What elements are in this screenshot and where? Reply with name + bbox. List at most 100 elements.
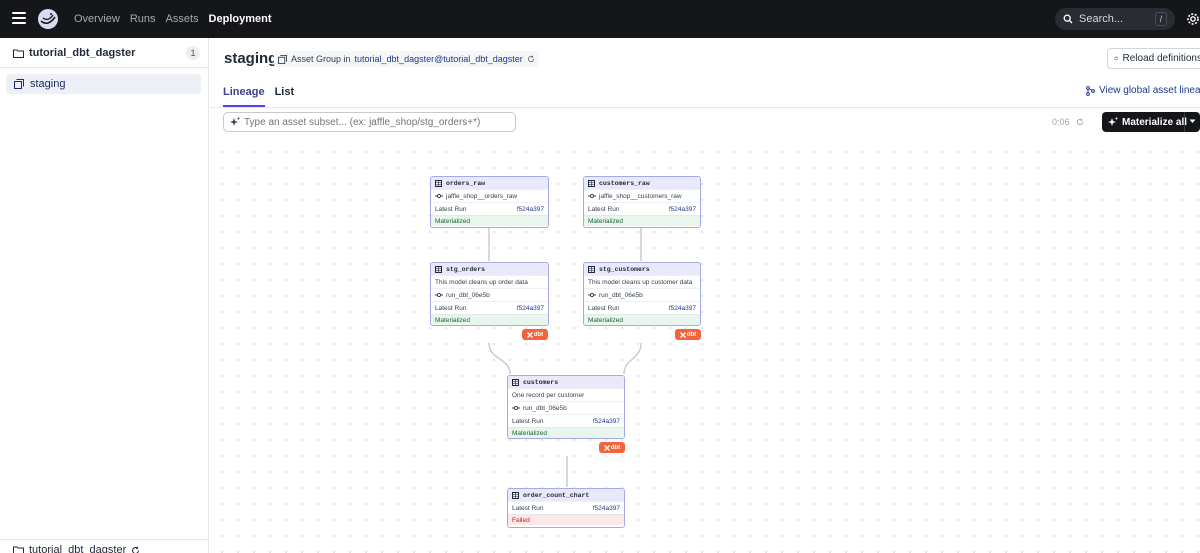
search-box[interactable]: Search... / (1055, 8, 1175, 30)
main-panel: staging Asset Group in tutorial_dbt_dags… (210, 38, 1200, 553)
dbt-icon (679, 331, 686, 338)
tab-lineage[interactable]: Lineage (223, 82, 265, 107)
table-icon (588, 179, 595, 187)
latest-run-label: Latest Run (588, 205, 620, 213)
sidebar-repo-label: tutorial_dbt_dagster (29, 47, 136, 59)
asset-op[interactable]: jaffle_shop__orders_raw (446, 193, 517, 200)
asset-group-icon (278, 54, 287, 64)
asset-node-orders-raw[interactable]: orders_raw jaffle_shop__orders_raw Lates… (430, 176, 549, 228)
nav-runs[interactable]: Runs (130, 13, 156, 25)
latest-run-link[interactable]: f524a397 (669, 305, 696, 312)
asset-latest-run-row: Latest Run f524a397 (431, 202, 548, 215)
sidebar-footer-label: tutorial_dbt_dagster (29, 544, 127, 553)
search-placeholder: Search... (1079, 13, 1124, 25)
sidebar-repo-count: 1 (186, 46, 200, 60)
asset-description: One record per customer (508, 388, 624, 401)
latest-run-label: Latest Run (512, 504, 544, 512)
asset-status: Materialized (431, 215, 548, 226)
asset-op[interactable]: run_dbt_06e5b (523, 405, 567, 412)
asset-group-link[interactable]: tutorial_dbt_dagster@tutorial_dbt_dagste… (355, 54, 523, 64)
asset-latest-run-row: Latest Run f524a397 (584, 301, 700, 314)
refresh-icon[interactable] (131, 546, 140, 553)
refresh-icon (1114, 56, 1119, 61)
asset-node-stg-orders[interactable]: stg_orders This model cleans up order da… (430, 262, 549, 326)
sparkle-icon (1108, 117, 1118, 126)
sidebar-item-label: staging (30, 78, 66, 90)
asset-node-customers[interactable]: customers One record per customer run_db… (507, 375, 625, 439)
lineage-canvas[interactable]: orders_raw jaffle_shop__orders_raw Lates… (210, 138, 1200, 553)
latest-run-link[interactable]: f524a397 (669, 206, 696, 213)
reload-definitions-label: Reload definitions (1122, 53, 1200, 64)
reload-definitions-button[interactable]: Reload definitions (1107, 48, 1200, 69)
sidebar-footer-repo[interactable]: tutorial_dbt_dagster (13, 544, 140, 553)
asset-op[interactable]: run_dbt_06e5b (599, 292, 643, 299)
asset-filter-input[interactable] (244, 116, 504, 128)
dbt-icon (526, 331, 533, 338)
sidebar-repo[interactable]: tutorial_dbt_dagster (13, 47, 135, 59)
op-icon (588, 193, 596, 199)
nav-links: Overview Runs Assets Deployment (74, 0, 282, 38)
page-title: staging (224, 50, 278, 67)
refresh-icon[interactable] (1076, 118, 1084, 126)
sidebar-header: tutorial_dbt_dagster 1 (0, 38, 209, 68)
op-icon (435, 292, 443, 298)
asset-status: Materialized (584, 215, 700, 226)
asset-latest-run-row: Latest Run f524a397 (431, 301, 548, 314)
view-global-lineage-link[interactable]: View global asset lineage (1086, 85, 1200, 96)
view-tabs: Lineage List (223, 82, 294, 107)
asset-group-icon (14, 79, 24, 89)
asset-latest-run-row: Latest Run f524a397 (508, 501, 624, 514)
latest-run-label: Latest Run (435, 304, 467, 312)
asset-description-text: This model cleans up customer data (588, 278, 693, 286)
dagster-logo[interactable] (36, 7, 60, 31)
sidebar-item-staging[interactable]: staging (6, 74, 201, 94)
table-icon (435, 179, 442, 187)
materialize-all-button[interactable]: Materialize all (1102, 112, 1200, 132)
nav-deployment[interactable]: Deployment (209, 13, 272, 25)
latest-run-link[interactable]: f524a397 (593, 505, 620, 512)
latest-run-link[interactable]: f524a397 (517, 305, 544, 312)
asset-status: Materialized (584, 314, 700, 325)
folder-icon (13, 546, 24, 553)
nav-overview[interactable]: Overview (74, 13, 120, 25)
materialize-options-button[interactable] (1184, 112, 1200, 132)
asset-node-customers-raw[interactable]: customers_raw jaffle_shop__customers_raw… (583, 176, 701, 228)
asset-op-row: run_dbt_06e5b (584, 288, 700, 301)
asset-filter[interactable] (223, 112, 516, 132)
asset-name: order_count_chart (523, 491, 590, 499)
dbt-label: dbt (533, 331, 544, 338)
op-icon (435, 193, 443, 199)
asset-description-text: This model cleans up order data (435, 278, 528, 286)
dbt-badge: dbt (522, 329, 548, 340)
nav-assets[interactable]: Assets (166, 13, 199, 25)
dbt-icon (603, 444, 610, 451)
asset-description: This model cleans up customer data (584, 275, 700, 288)
gear-icon[interactable] (1186, 12, 1200, 26)
table-icon (588, 265, 595, 273)
table-icon (512, 491, 519, 499)
dbt-label: dbt (610, 444, 621, 451)
tab-list[interactable]: List (275, 82, 295, 107)
asset-op[interactable]: jaffle_shop__customers_raw (599, 193, 682, 200)
asset-name: customers (523, 378, 559, 386)
latest-run-link[interactable]: f524a397 (517, 206, 544, 213)
refresh-icon[interactable] (527, 55, 535, 63)
asset-group-prefix: Asset Group in (291, 54, 351, 64)
asset-node-stg-customers[interactable]: stg_customers This model cleans up custo… (583, 262, 701, 326)
view-global-lineage-label: View global asset lineage (1099, 85, 1200, 96)
asset-group-badge: Asset Group in tutorial_dbt_dagster@tuto… (274, 51, 539, 67)
folder-icon (13, 49, 24, 58)
tabs-divider (210, 107, 1200, 108)
dbt-badge: dbt (675, 329, 701, 340)
latest-run-link[interactable]: f524a397 (593, 418, 620, 425)
asset-op[interactable]: run_dbt_06e5b (446, 292, 490, 299)
table-icon (512, 378, 519, 386)
menu-icon[interactable] (12, 12, 26, 24)
latest-run-label: Latest Run (588, 304, 620, 312)
asset-op-row: jaffle_shop__orders_raw (431, 189, 548, 202)
dbt-label: dbt (686, 331, 697, 338)
chevron-down-icon (1189, 119, 1196, 123)
asset-node-order-count-chart[interactable]: order_count_chart Latest Run f524a397 Fa… (507, 488, 625, 528)
lineage-edges (488, 227, 642, 487)
asset-op-row: run_dbt_06e5b (508, 401, 624, 414)
